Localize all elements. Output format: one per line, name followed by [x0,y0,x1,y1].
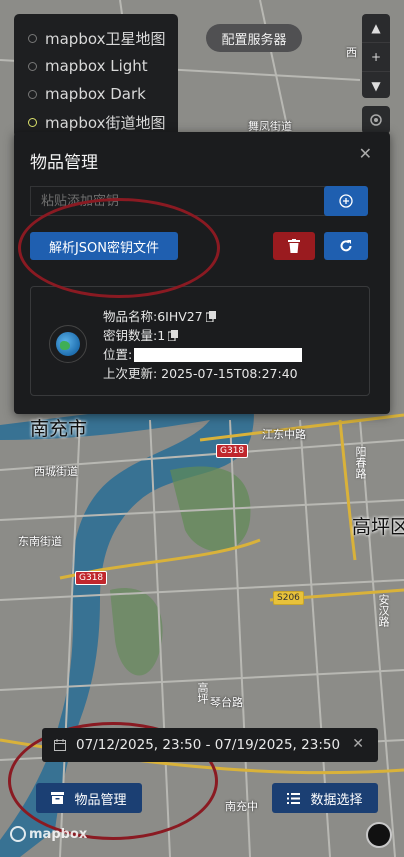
list-icon [287,792,301,804]
chevron-down-icon[interactable]: ▼ [362,72,390,100]
close-icon[interactable]: ✕ [359,144,372,163]
item-management-button[interactable]: 物品管理 [36,783,142,813]
mapbox-icon [10,826,26,842]
road-badge: G318 [75,571,108,585]
map-label: 高坪区 [352,516,404,538]
item-key-count: 密钥数量:1 [103,328,166,343]
add-key-button[interactable] [324,186,368,216]
date-range-text: 07/12/2025, 23:50 - 07/19/2025, 23:50 [76,737,341,753]
map-label: 西城街道 [34,465,78,478]
map-label: 南充中 [225,800,258,813]
item-location-label: 位置: [103,347,133,362]
archive-icon [51,792,65,804]
map-style-option[interactable]: mapbox卫星地图 [14,24,178,52]
map-style-label: mapbox街道地图 [45,113,166,132]
map-style-option[interactable]: mapbox Light [14,52,178,80]
mapbox-logo[interactable]: mapbox [10,826,87,842]
delete-button[interactable] [273,232,315,260]
map-style-option[interactable]: mapbox Dark [14,80,178,108]
radio-icon[interactable] [28,61,37,71]
map-style-label: mapbox Dark [45,85,146,103]
map-style-label: mapbox卫星地图 [45,29,166,48]
modal-title: 物品管理 [30,153,98,173]
item-last-update: 上次更新: 2025-07-15T08:27:40 [103,366,298,381]
item-name: 物品名称:6IHV27 [103,309,203,324]
calendar-icon [54,739,66,751]
plus-circle-icon [339,194,353,208]
globe-icon [49,325,87,363]
copy-icon[interactable] [168,330,179,341]
map-label: 南充市 [30,418,88,440]
copy-icon[interactable] [205,311,216,322]
map-style-label: mapbox Light [45,57,148,75]
date-range-picker[interactable]: 07/12/2025, 23:50 - 07/19/2025, 23:50 ✕ [42,728,378,762]
map-nav-controls: ▲ + ▼ [362,14,390,98]
trash-icon [288,239,300,253]
mapbox-logo-text: mapbox [29,826,88,842]
item-management-label: 物品管理 [74,792,127,808]
item-card[interactable]: 物品名称:6IHV27 密钥数量:1 位置: 上次更新: 2025-07-15T… [30,286,370,396]
map-label: 安汉路 [377,594,390,627]
locate-icon[interactable] [362,106,390,134]
data-select-button[interactable]: 数据选择 [272,783,378,813]
map-label: 阳春路 [354,446,367,479]
annotation-circle [18,198,220,298]
map-label: 琴台路 [210,696,243,709]
road-badge: G318 [216,444,249,458]
compass-icon[interactable]: ▲ [362,14,390,43]
road-badge: S206 [273,591,304,605]
redacted-location [134,347,303,362]
map-style-switcher: mapbox卫星地图 mapbox Light mapbox Dark mapb… [14,14,178,138]
refresh-button[interactable] [324,232,368,260]
refresh-icon [340,240,352,252]
radio-icon[interactable] [28,33,37,43]
radio-selected-icon[interactable] [28,117,37,127]
map-label: 高坪 [196,682,209,704]
info-icon[interactable] [366,822,392,848]
radio-icon[interactable] [28,89,37,99]
zoom-in-icon[interactable]: + [362,43,390,72]
data-select-label: 数据选择 [310,792,363,808]
close-icon[interactable]: ✕ [352,736,364,752]
map-label: 西 [346,46,357,59]
configure-server-button[interactable]: 配置服务器 [206,24,302,52]
map-label: 江东中路 [262,428,306,441]
map-label: 东南街道 [18,535,62,548]
